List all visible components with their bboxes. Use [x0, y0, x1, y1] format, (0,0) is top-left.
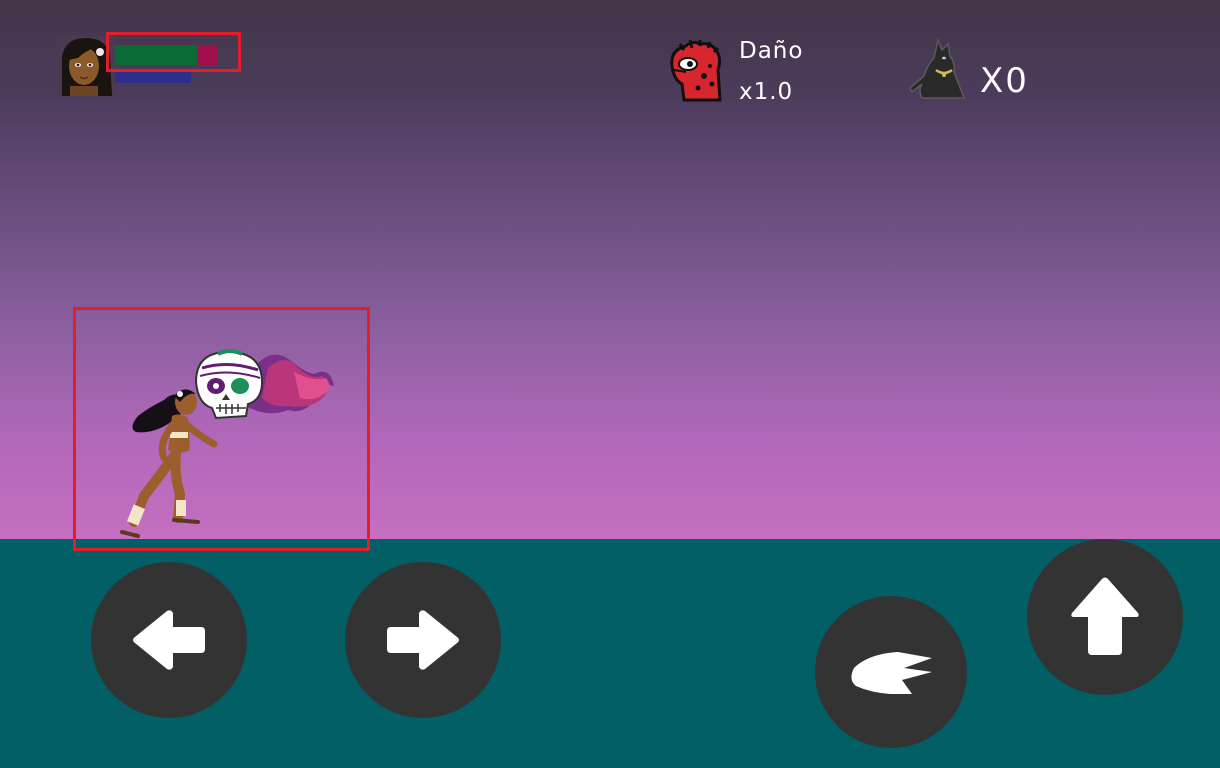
player-highlight-box	[73, 307, 370, 551]
jump-button[interactable]	[1027, 539, 1183, 695]
mana-bar	[115, 71, 191, 83]
attack-icon	[851, 652, 932, 694]
damage-label: Daño	[739, 38, 804, 64]
red-creature-icon	[666, 39, 724, 102]
arrow-right-icon	[387, 610, 459, 670]
move-left-button[interactable]	[91, 562, 247, 718]
move-right-button[interactable]	[345, 562, 501, 718]
black-cat-icon	[908, 36, 968, 102]
health-highlight-box	[106, 32, 241, 72]
arrow-up-icon	[1071, 577, 1139, 655]
pet-count: X0	[980, 61, 1029, 101]
damage-value: x1.0	[739, 79, 794, 105]
arrow-left-icon	[133, 610, 205, 670]
attack-button[interactable]	[815, 596, 967, 748]
